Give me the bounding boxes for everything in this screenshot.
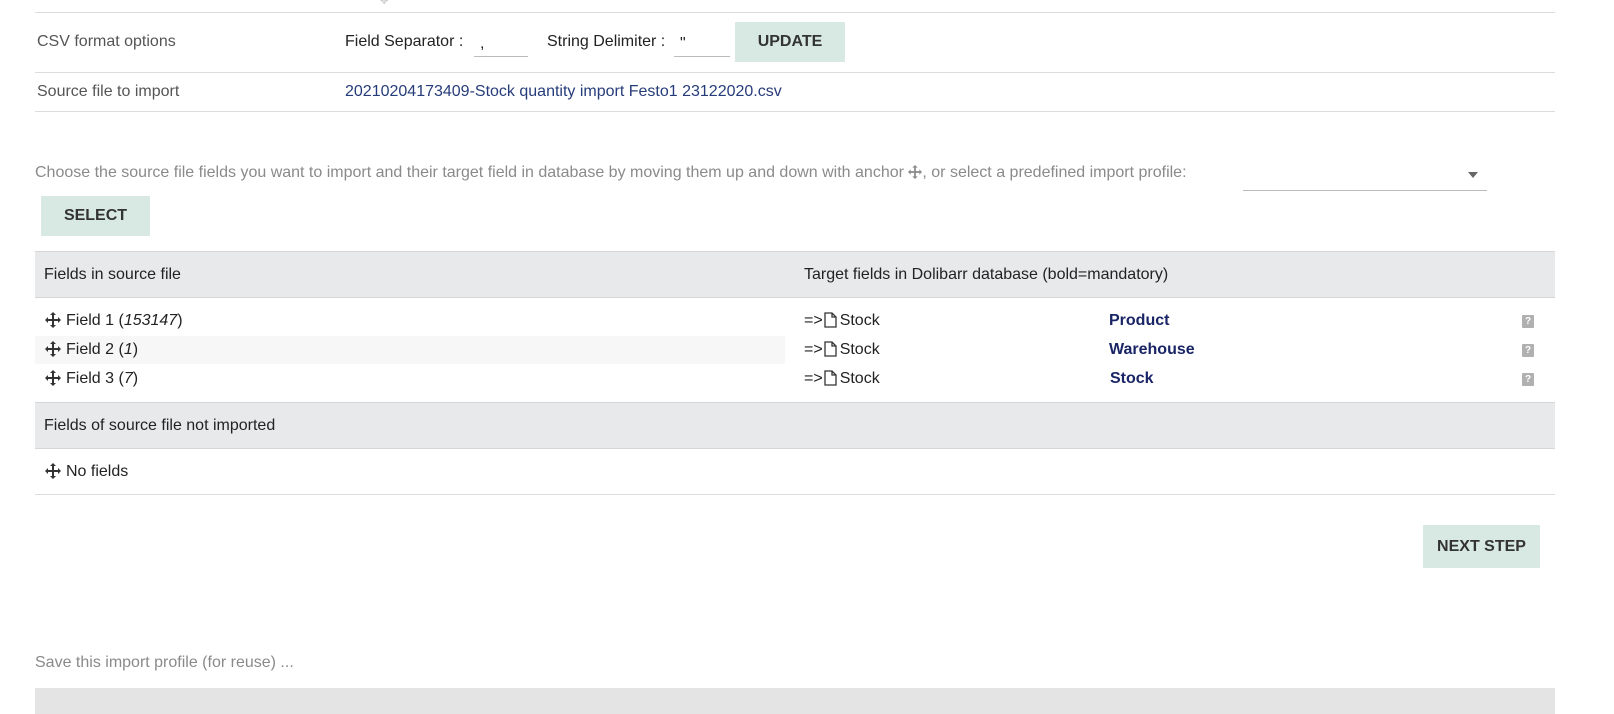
mapping-hint: Choose the source file fields you want t… [35,164,1187,182]
not-imported-header: Fields of source file not imported [35,402,1555,449]
file-icon [824,341,837,357]
csv-options-label: CSV format options [37,33,176,50]
target-fields-header: Target fields in Dolibarr database (bold… [804,266,1169,283]
source-field-3[interactable]: Field 3 (7) [66,370,138,388]
source-field-1[interactable]: Field 1 (153147) [66,312,183,330]
arrow-text: => [804,341,823,358]
target-table-name: Stock [839,370,880,387]
import-profile-select[interactable] [1243,160,1487,191]
arrows-move-icon[interactable] [45,341,61,357]
arrows-move-icon[interactable] [45,370,61,386]
arrows-move-icon [908,165,923,179]
field-sample: 1 [123,341,133,358]
field-sample: 153147 [123,312,178,329]
source-fields-header: Fields in source file [44,266,181,283]
help-icon[interactable]: ? [1522,344,1534,357]
field-sample: 7 [123,370,133,387]
source-field-2[interactable]: Field 2 (1) [66,341,138,359]
target-field-2: Warehouse [1109,341,1195,358]
file-icon [824,312,837,328]
field-name: Field 2 [66,341,115,358]
next-step-button[interactable]: NEXT STEP [1423,525,1540,568]
csv-divider [35,72,1555,73]
mapping-hint-text-before: Choose the source file fields you want t… [35,164,909,181]
caret-down-icon [1468,172,1478,178]
target-table-3: => Stock [804,370,880,388]
field-name: Field 1 [66,312,115,329]
target-table-name: Stock [839,341,880,358]
target-field-1: Product [1109,312,1170,329]
string-delimiter-label: String Delimiter : [547,33,666,50]
source-divider [35,111,1555,112]
target-table-name: Stock [839,312,880,329]
arrow-text: => [804,370,823,387]
arrows-move-icon[interactable] [45,463,61,479]
no-fields-item[interactable]: No fields [66,463,128,481]
partial-icon-top: ✥ [380,0,389,7]
mapping-table-header: Fields in source file Target fields in D… [35,251,1555,298]
bottom-divider [35,688,1555,714]
source-file-link[interactable]: 20210204173409-Stock quantity import Fes… [345,83,782,101]
source-file-label: Source file to import [37,83,180,100]
not-imported-divider [35,494,1555,495]
field-separator-input[interactable] [474,31,528,57]
arrow-text: => [804,312,823,329]
save-profile-hint: Save this import profile (for reuse) ... [35,654,294,671]
field-separator-label: Field Separator : [345,33,464,50]
arrows-move-icon[interactable] [45,312,61,328]
target-table-2: => Stock [804,341,880,359]
file-icon [824,370,837,386]
field-name: Field 3 [66,370,115,387]
help-icon[interactable]: ? [1522,315,1534,328]
target-field-3: Stock [1110,370,1154,387]
select-profile-button[interactable]: SELECT [41,196,150,236]
top-divider [35,12,1555,13]
mapping-hint-text-after: , or select a predefined import profile: [922,164,1187,181]
update-button[interactable]: UPDATE [735,22,845,62]
target-table-1: => Stock [804,312,880,330]
help-icon[interactable]: ? [1522,373,1534,386]
row-alt-bg [35,336,785,364]
string-delimiter-input[interactable] [674,31,730,57]
not-imported-header-label: Fields of source file not imported [44,417,276,434]
